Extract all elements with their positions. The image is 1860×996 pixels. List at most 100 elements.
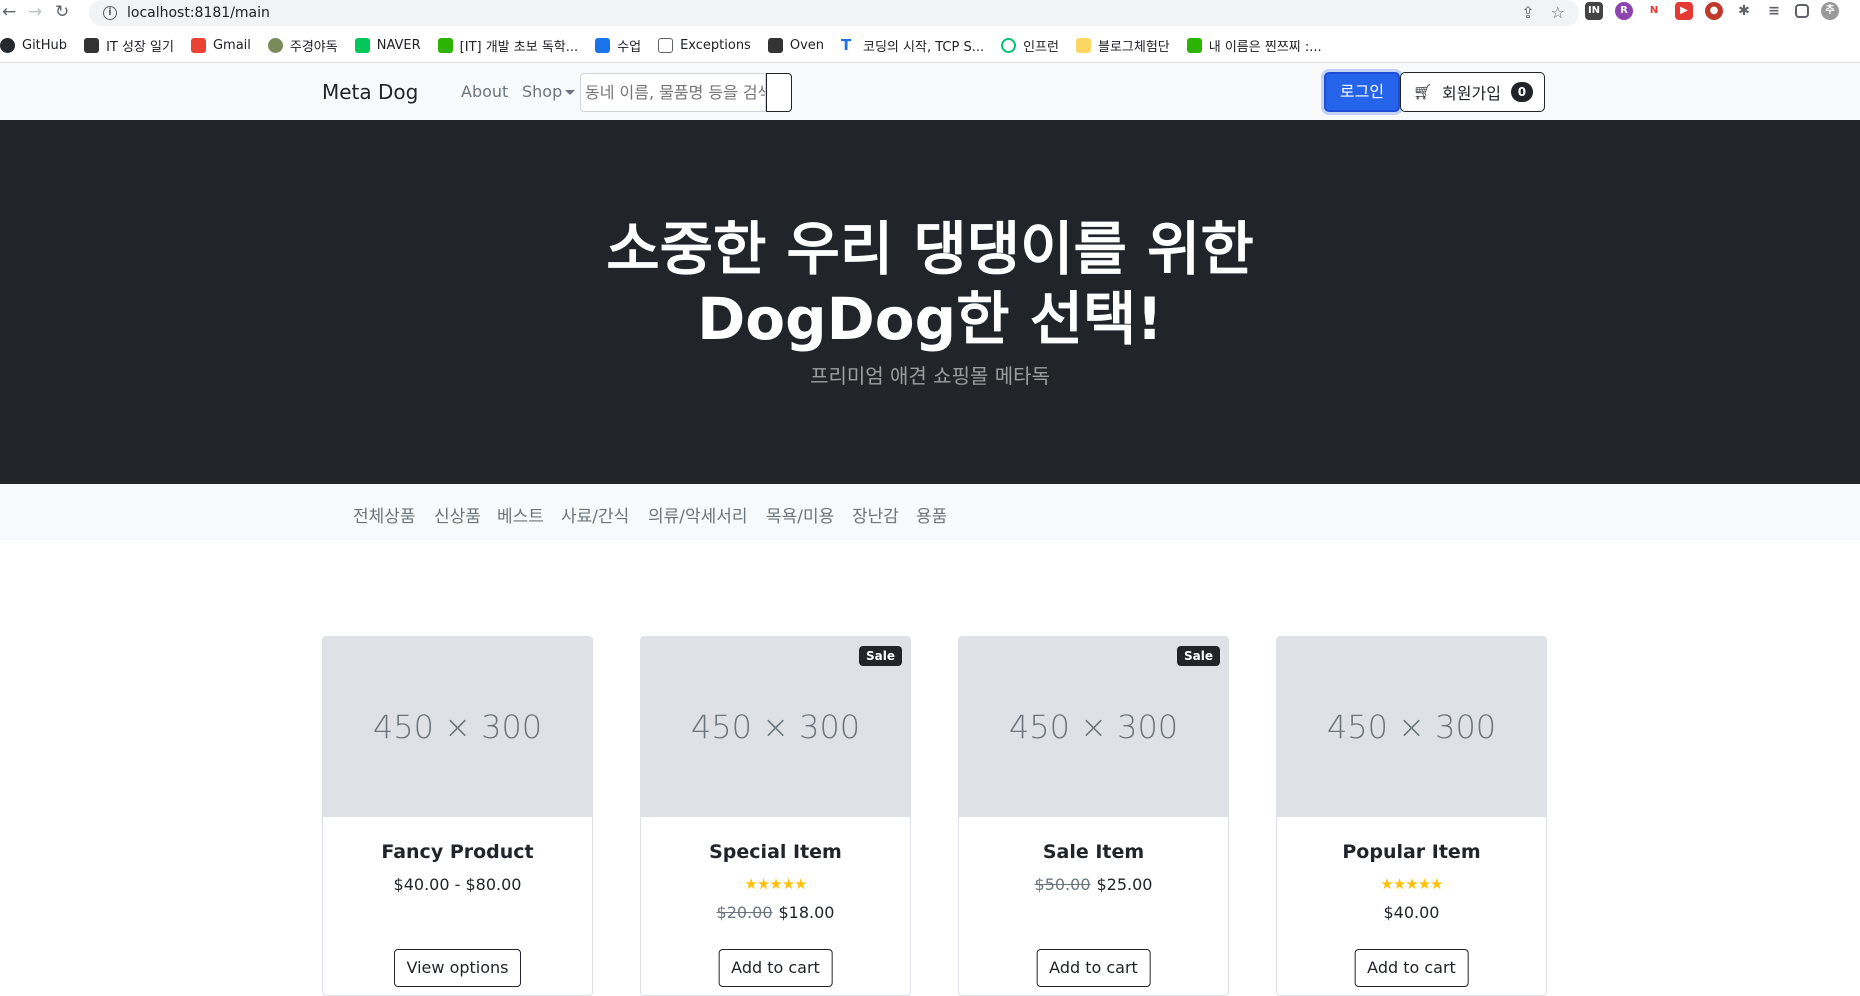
inflearn-icon [1001,37,1017,53]
bookmark-item[interactable]: T 코딩의 시작, TCP S... [841,36,984,55]
product-image: 450 × 300 [1277,637,1546,817]
blog-icon [437,37,453,53]
brand-logo[interactable]: Meta Dog [322,80,418,104]
product-title: Fancy Product [381,841,534,863]
login-button[interactable]: 로그인 [1324,72,1400,112]
category-toys[interactable]: 장난감 [852,502,899,527]
url-text: localhost:8181/main [127,5,270,21]
media-icon[interactable]: ≡ [1765,2,1783,20]
profile-avatar[interactable]: 추 [1821,2,1839,20]
cart-icon: 🛒︎ [1413,83,1433,101]
bookmark-item[interactable]: 인프런 [1001,36,1059,55]
star-icon: ★ [1417,875,1431,893]
add-to-cart-button[interactable]: Add to cart [1354,949,1469,987]
product-title: Popular Item [1342,841,1481,863]
cart-count-badge: 0 [1510,82,1533,102]
category-supplies[interactable]: 용품 [916,502,947,527]
category-bar: 전체상품 신상품 베스트 사료/간식 의류/악세서리 목욕/미용 장난감 용품 [0,484,1860,540]
bookmark-item[interactable]: 블로그체험단 [1075,36,1170,55]
star-icon: ★ [756,875,770,893]
category-best[interactable]: 베스트 [497,502,544,527]
naver-icon [354,37,370,53]
view-options-button[interactable]: View options [393,949,522,987]
address-bar[interactable]: i localhost:8181/main ⇪ ☆ [89,0,1579,26]
old-price: $50.00 [1034,875,1091,894]
extension-icon[interactable]: N [1645,2,1663,20]
bookmark-item[interactable]: GitHub [0,37,67,53]
star-icon: ★ [1405,875,1418,893]
back-icon[interactable]: ← [2,2,16,22]
product-price: $40.00 [1383,903,1440,922]
star-icon: ★ [1392,875,1406,893]
product-title: Special Item [709,841,842,863]
search-button[interactable] [766,73,792,112]
sale-badge: Sale [1177,646,1220,666]
puzzle-icon[interactable]: ✱ [1735,2,1753,20]
sidepanel-icon[interactable] [1795,4,1809,18]
forward-icon[interactable]: → [28,2,42,22]
hero-title: 소중한 우리 댕댕이를 위한 DogDog한 선택! [0,214,1860,354]
star-icon: ★ [781,875,795,893]
bookmark-item[interactable]: [IT] 개발 초보 독학... [437,36,578,55]
bookmark-item[interactable]: 주경야독 [267,36,338,55]
bookmarks-bar: GitHub IT 성장 일기 Gmail 주경야독 NAVER [IT] 개발… [0,30,1860,60]
bookmark-item[interactable]: Exceptions [658,37,751,53]
product-card: 450 × 300 Sale Sale Item $50.00 $25.00 Ad… [958,636,1229,996]
star-rating: ★★★★★ [641,875,910,893]
bookmark-item[interactable]: 수업 [595,36,641,55]
tistory-icon: T [841,37,857,53]
blog-icon [1186,37,1202,53]
add-to-cart-button[interactable]: Add to cart [718,949,833,987]
extension-icon[interactable]: R [1615,2,1633,20]
bookmark-icon [267,37,283,53]
youtube-icon[interactable]: ▶ [1675,2,1693,20]
share-icon[interactable]: ⇪ [1521,3,1534,22]
star-icon: ★ [794,875,807,893]
site-navbar: Meta Dog About Shop 로그인 🛒︎ 회원가입 0 [0,63,1860,120]
bookmark-item[interactable]: NAVER [354,37,421,53]
nav-shop-label: Shop [522,82,563,101]
folder-icon [1075,37,1091,53]
category-food[interactable]: 사료/간식 [561,502,629,527]
extension-icon[interactable]: IN [1585,2,1603,20]
bookmark-item[interactable]: Gmail [190,37,251,53]
blog-icon [84,37,100,53]
product-price: $20.00 $18.00 [641,903,910,922]
signup-label: 회원가입 [1442,84,1501,103]
product-card: 450 × 300 Popular Item ★★★★★ $40.00 Add … [1276,636,1547,996]
hero-subtitle: 프리미엄 애견 쇼핑몰 메타독 [810,364,1050,388]
bookmark-item[interactable]: IT 성장 일기 [84,36,174,55]
reload-icon[interactable]: ↻ [55,2,69,22]
browser-toolbar: ← → ↻ i localhost:8181/main ⇪ ☆ IN R N ▶… [0,0,1860,27]
add-to-cart-button[interactable]: Add to cart [1036,949,1151,987]
caret-down-icon [565,90,576,95]
extension-icon[interactable]: ● [1705,2,1723,20]
nav-shop-dropdown[interactable]: Shop [522,82,576,101]
bookmark-item[interactable]: Oven [767,37,824,53]
star-icon: ★ [744,875,757,893]
star-icon: ★ [1380,875,1393,893]
current-price: $18.00 [778,903,835,922]
product-card: 450 × 300 Sale Special Item ★★★★★ $20.00… [640,636,911,996]
category-new[interactable]: 신상품 [434,502,481,527]
github-icon [0,37,15,53]
category-all[interactable]: 전체상품 [353,502,416,527]
star-rating: ★★★★★ [1277,875,1546,893]
category-bath[interactable]: 목욕/미용 [766,502,834,527]
bookmark-item[interactable]: 내 이름은 찐쯔찌 :... [1186,36,1322,55]
bookmark-star-icon[interactable]: ☆ [1551,3,1565,22]
old-price: $20.00 [716,903,773,922]
class-icon [595,37,611,53]
product-price: $50.00 $25.00 [959,875,1228,894]
gmail-icon [190,37,206,53]
search-input[interactable] [580,73,766,112]
current-price: $25.00 [1096,875,1153,894]
signup-cart-button[interactable]: 🛒︎ 회원가입 0 [1400,72,1545,112]
nav-about-link[interactable]: About [461,82,508,101]
product-price: $40.00 - $80.00 [393,875,522,894]
hero-title-line1: 소중한 우리 댕댕이를 위한 [606,215,1254,283]
extensions-bar: IN R N ▶ ● ✱ ≡ 추 [1585,2,1839,20]
site-info-icon[interactable]: i [103,6,117,20]
category-clothing[interactable]: 의류/악세서리 [648,502,748,527]
star-icon: ★ [769,875,782,893]
